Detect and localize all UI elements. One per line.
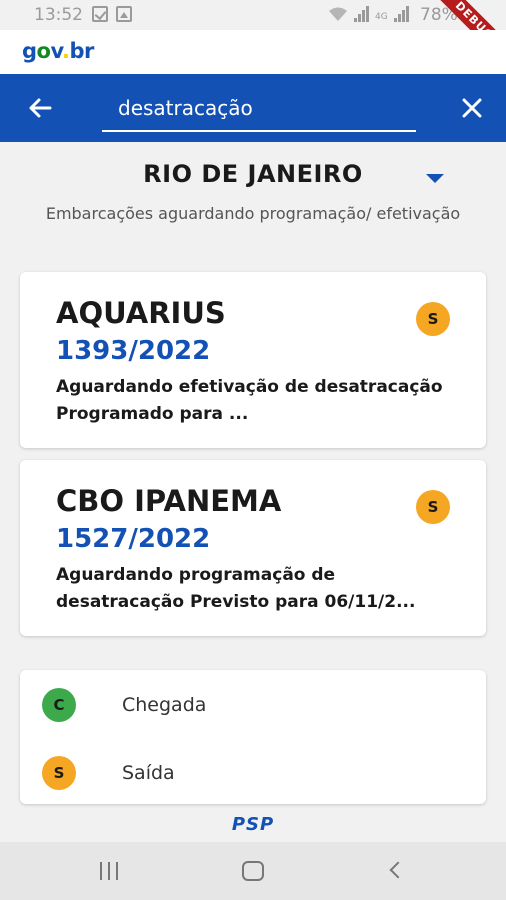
departure-badge: S	[42, 756, 76, 790]
arrow-left-icon[interactable]	[26, 94, 54, 122]
status-time: 13:52	[34, 5, 83, 25]
signal-icon-2	[393, 6, 409, 22]
check-notification-icon	[92, 6, 108, 22]
network-type-label: 4G	[375, 12, 388, 22]
image-notification-icon	[116, 6, 132, 22]
vessel-status: Aguardando programação de desatracação P…	[56, 565, 416, 612]
arrival-badge: C	[42, 688, 76, 722]
departure-badge: S	[416, 302, 450, 336]
vessel-number: 1527/2022	[56, 524, 211, 554]
vessel-name: CBO IPANEMA	[56, 484, 282, 518]
back-nav-icon[interactable]	[389, 861, 407, 879]
vessel-card[interactable]: AQUARIUS 1393/2022 Aguardando efetivação…	[20, 272, 486, 448]
home-icon[interactable]	[242, 861, 264, 881]
close-icon[interactable]	[458, 94, 486, 122]
chevron-down-icon[interactable]	[426, 174, 444, 183]
legend-card: C Chegada S Saída	[20, 670, 486, 804]
vessel-status: Aguardando efetivação de desatracação Pr…	[56, 377, 443, 424]
wifi-icon	[329, 7, 347, 21]
gov-br-logo: gov.br	[22, 39, 94, 63]
departure-badge: S	[416, 490, 450, 524]
gov-header: gov.br	[0, 30, 506, 74]
state-label: RIO DE JANEIRO	[143, 160, 363, 188]
legend-label: Chegada	[122, 694, 207, 716]
vessel-card[interactable]: CBO IPANEMA 1527/2022 Aguardando program…	[20, 460, 486, 636]
list-subtitle: Embarcações aguardando programação/ efet…	[45, 204, 461, 223]
signal-icon	[354, 6, 369, 22]
psp-logo: PSP	[231, 814, 275, 835]
app-bar: desatracação	[0, 74, 506, 142]
system-nav-bar	[0, 842, 506, 900]
search-input[interactable]: desatracação	[102, 90, 416, 132]
legend-label: Saída	[122, 762, 175, 784]
vessel-name: AQUARIUS	[56, 296, 226, 330]
status-bar: 13:52 4G 78% DEBUG	[0, 0, 506, 70]
vessel-number: 1393/2022	[56, 336, 211, 366]
recent-apps-icon[interactable]	[100, 862, 118, 880]
